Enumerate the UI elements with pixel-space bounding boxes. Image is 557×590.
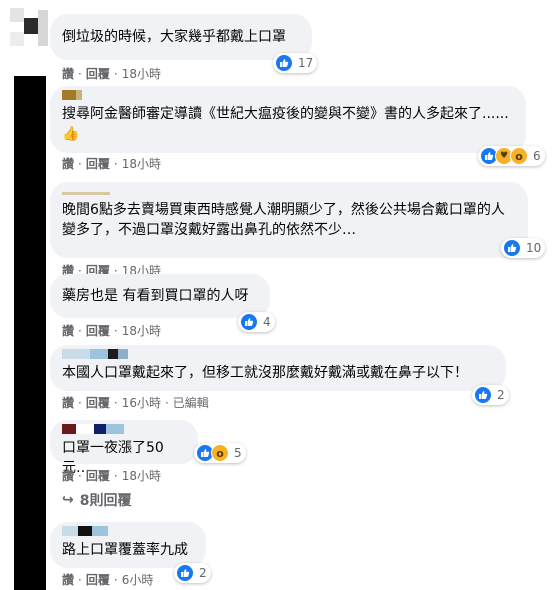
- reaction-summary[interactable]: 4: [238, 312, 275, 332]
- like-link[interactable]: 讚: [62, 395, 74, 411]
- thread-line: [14, 76, 46, 590]
- edited-label[interactable]: 已編輯: [173, 395, 209, 411]
- timestamp[interactable]: 6小時: [122, 572, 154, 588]
- comment-actions: 讚 · 回覆 · 6小時: [62, 572, 154, 588]
- reaction-count: 10: [526, 241, 542, 255]
- reply-link[interactable]: 回覆: [86, 323, 110, 339]
- reaction-summary[interactable]: 17: [273, 53, 318, 73]
- comment-bubble: 本國人口罩戴起來了，但移工就沒那麼戴好戴滿或戴在鼻子以下！: [50, 345, 506, 391]
- view-more-replies[interactable]: ↪ 8則回覆: [62, 490, 131, 510]
- author-name[interactable]: [62, 526, 194, 538]
- reply-link[interactable]: 回覆: [86, 572, 110, 588]
- reaction-count: 6: [533, 149, 541, 163]
- author-name[interactable]: [62, 424, 186, 436]
- comment-text: 藥房也是 有看到買口罩的人呀: [62, 288, 249, 304]
- reaction-count: 2: [199, 566, 207, 580]
- timestamp[interactable]: 16小時: [122, 395, 161, 411]
- more-replies-label: 8則回覆: [79, 493, 132, 509]
- like-link[interactable]: 讚: [62, 323, 74, 339]
- reaction-count: 2: [497, 388, 505, 402]
- comment-bubble: 藥房也是 有看到買口罩的人呀: [50, 274, 270, 318]
- reaction-summary[interactable]: o 5: [194, 443, 246, 463]
- reply-link[interactable]: 回覆: [86, 395, 110, 411]
- like-icon: [503, 239, 521, 257]
- reaction-count: 4: [263, 315, 271, 329]
- like-link[interactable]: 讚: [62, 66, 74, 82]
- comment-text: 搜尋阿金醫師審定導讀《世紀大瘟疫後的變與不變》書的人多起來了......👍: [62, 106, 509, 142]
- like-link[interactable]: 讚: [62, 572, 74, 588]
- reply-link[interactable]: 回覆: [86, 468, 110, 484]
- like-icon: [474, 386, 492, 404]
- avatar[interactable]: [10, 8, 48, 46]
- wow-icon: o: [211, 444, 229, 462]
- timestamp[interactable]: 18小時: [122, 156, 161, 172]
- reaction-summary[interactable]: ♥ o 6: [478, 146, 545, 166]
- comment-bubble: 口罩一夜漲了50元‥: [50, 420, 198, 476]
- reaction-count: 5: [234, 446, 242, 460]
- author-name[interactable]: [62, 90, 514, 102]
- reply-link[interactable]: 回覆: [86, 156, 110, 172]
- comment-bubble: 搜尋阿金醫師審定導讀《世紀大瘟疫後的變與不變》書的人多起來了......👍: [50, 86, 526, 153]
- reaction-summary[interactable]: 2: [174, 563, 211, 583]
- comment-bubble: 路上口罩覆蓋率九成: [50, 522, 206, 568]
- reaction-summary[interactable]: 10: [501, 238, 546, 258]
- timestamp[interactable]: 18小時: [122, 468, 161, 484]
- reaction-count: 17: [298, 56, 314, 70]
- comment-actions: 讚 · 回覆 · 16小時 · 已編輯: [62, 395, 209, 411]
- comment-actions: 讚 · 回覆 · 18小時: [62, 323, 161, 339]
- like-icon: [275, 54, 293, 72]
- timestamp[interactable]: 18小時: [122, 323, 161, 339]
- comment-actions: 讚 · 回覆 · 18小時: [62, 156, 161, 172]
- wow-icon: o: [510, 147, 528, 165]
- like-icon: [240, 313, 258, 331]
- comment-text: 路上口罩覆蓋率九成: [62, 542, 188, 558]
- author-name[interactable]: [62, 192, 516, 198]
- author-name[interactable]: [62, 349, 494, 361]
- like-icon: [176, 564, 194, 582]
- comment-actions: 讚 · 回覆 · 18小時: [62, 66, 161, 82]
- comment-actions: 讚 · 回覆 · 18小時: [62, 468, 161, 484]
- comment-bubble: 倒垃圾的時候，大家幾乎都戴上口罩: [50, 14, 312, 60]
- reply-arrow-icon: ↪: [62, 492, 74, 508]
- comment-bubble: 晚間6點多去賣場買東西時感覺人潮明顯少了，然後公共場合戴口罩的人變多了，不過口罩…: [50, 182, 528, 258]
- reaction-summary[interactable]: 2: [472, 385, 509, 405]
- like-link[interactable]: 讚: [62, 468, 74, 484]
- comment-text: 晚間6點多去賣場買東西時感覺人潮明顯少了，然後公共場合戴口罩的人變多了，不過口罩…: [62, 202, 505, 238]
- comment-text: 本國人口罩戴起來了，但移工就沒那麼戴好戴滿或戴在鼻子以下！: [62, 365, 468, 381]
- like-link[interactable]: 讚: [62, 156, 74, 172]
- comment-text: 倒垃圾的時候，大家幾乎都戴上口罩: [62, 29, 286, 45]
- reply-link[interactable]: 回覆: [86, 66, 110, 82]
- timestamp[interactable]: 18小時: [122, 66, 161, 82]
